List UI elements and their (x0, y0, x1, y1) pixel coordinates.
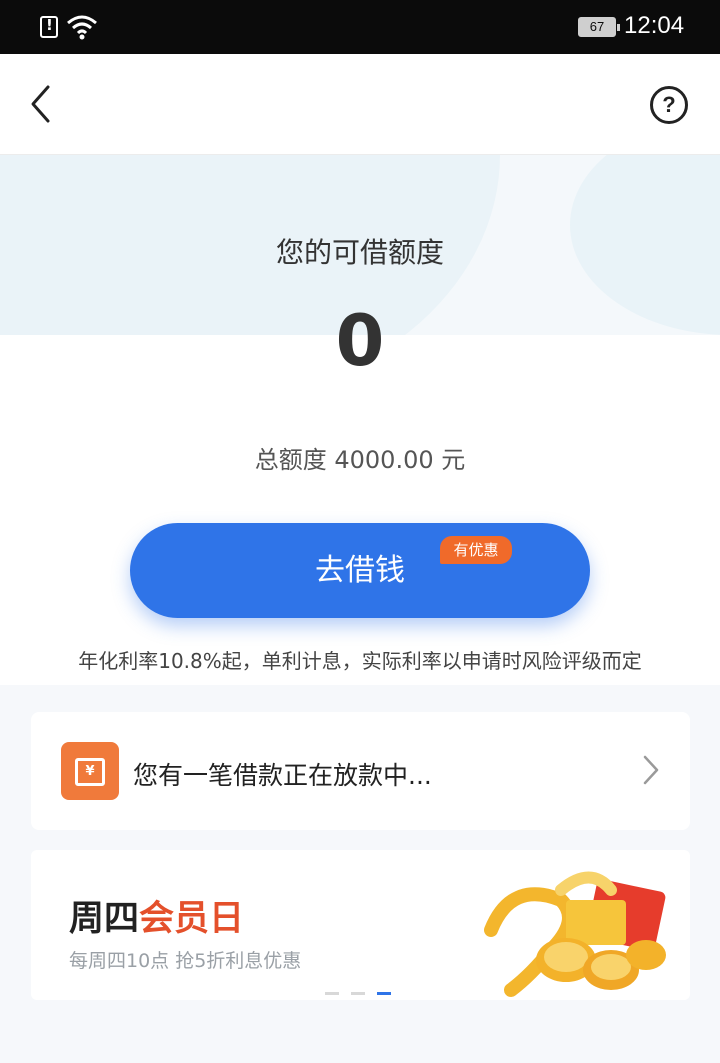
banner-title: 周四会员日 (69, 890, 244, 941)
loan-status-card[interactable]: ¥ 您有一笔借款正在放款中... (31, 712, 690, 830)
credit-amount: 0 (335, 300, 385, 382)
yuan-glyph: ¥ (75, 758, 105, 786)
gift-coins-icon (484, 871, 666, 997)
nav-bar: ? (0, 54, 720, 155)
borrow-button[interactable]: 去借钱 (130, 523, 590, 618)
promo-badge: 有优惠 (440, 536, 512, 564)
banner-title-event: 会员日 (139, 899, 245, 939)
chevron-right-icon (643, 755, 659, 785)
loan-status-message: 您有一笔借款正在放款中... (133, 761, 432, 790)
member-day-banner[interactable]: 周四会员日 每周四10点 抢5折利息优惠 (31, 850, 690, 1000)
clock: 12:04 (624, 12, 685, 39)
hero-lower-panel (0, 335, 720, 685)
carousel-dot[interactable] (325, 992, 339, 995)
status-bar: 67 12:04 (0, 0, 720, 54)
rate-disclaimer: 年化利率10.8%起，单利计息，实际利率以申请时风险评级而定 (78, 649, 642, 673)
battery-indicator: 67 (578, 17, 620, 37)
total-credit: 总额度 4000.00 元 (254, 446, 466, 474)
sim-alert-icon (40, 16, 58, 38)
banner-subtitle: 每周四10点 抢5折利息优惠 (69, 950, 302, 972)
wifi-icon (67, 15, 97, 40)
chevron-left-icon[interactable] (28, 84, 54, 124)
credit-title: 您的可借额度 (275, 236, 444, 269)
carousel-dot-active[interactable] (377, 992, 391, 995)
question-circle-icon[interactable]: ? (650, 86, 688, 124)
carousel-dot[interactable] (351, 992, 365, 995)
carousel-indicator (325, 980, 403, 999)
yuan-box-icon: ¥ (61, 742, 119, 800)
banner-title-day: 周四 (69, 899, 140, 939)
